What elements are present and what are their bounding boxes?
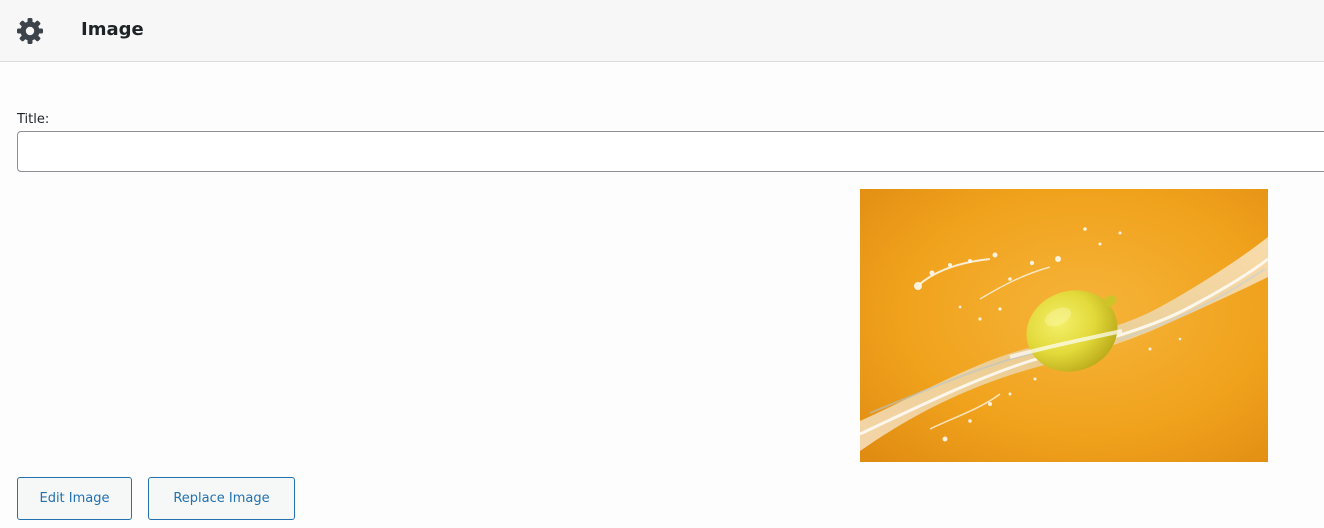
lemon-splash-image	[860, 189, 1268, 462]
widget-header: Image	[0, 0, 1324, 62]
title-input[interactable]	[17, 131, 1324, 172]
title-label: Title:	[17, 112, 50, 127]
edit-image-button[interactable]: Edit Image	[17, 477, 132, 520]
image-preview	[860, 189, 1268, 462]
widget-title: Image	[81, 19, 144, 40]
replace-image-button[interactable]: Replace Image	[148, 477, 295, 520]
gear-icon[interactable]	[15, 16, 45, 46]
